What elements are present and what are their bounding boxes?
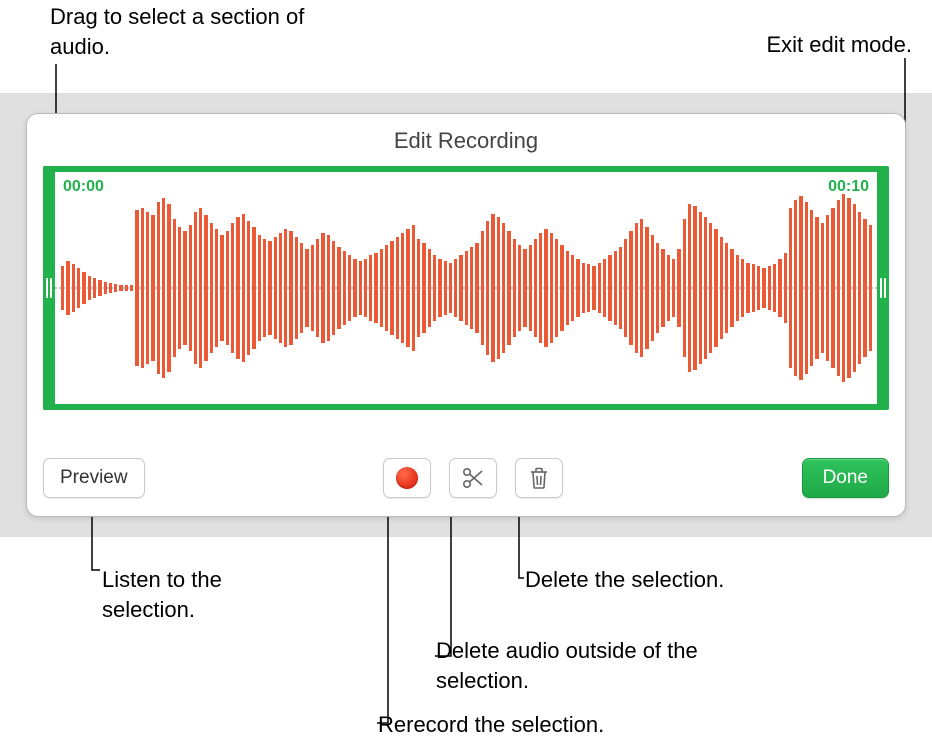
callout-drag: Drag to select a section of audio. [50, 2, 310, 61]
record-icon [396, 467, 418, 489]
panel-title: Edit Recording [27, 114, 905, 166]
callout-rerecord: Rerecord the selection. [378, 710, 698, 740]
scissors-icon [460, 465, 486, 491]
waveform-display[interactable]: 00:00 00:10 [55, 172, 877, 404]
selection-handle-left[interactable] [43, 166, 55, 410]
waveform-selection-area[interactable]: 00:00 00:10 [43, 166, 889, 410]
selection-border-bottom [43, 404, 889, 410]
selection-handle-right[interactable] [877, 166, 889, 410]
trash-icon [527, 465, 551, 491]
waveform-bars [61, 190, 871, 386]
delete-button[interactable] [515, 458, 563, 498]
callout-listen: Listen to the selection. [102, 565, 302, 624]
record-button[interactable] [383, 458, 431, 498]
done-button[interactable]: Done [802, 458, 889, 498]
toolbar: Preview [43, 456, 889, 500]
callout-delete: Delete the selection. [525, 565, 825, 595]
edit-recording-panel: Edit Recording 00:00 00:10 Preview [26, 113, 906, 517]
crop-button[interactable] [449, 458, 497, 498]
callout-crop: Delete audio outside of the selection. [436, 636, 736, 695]
callout-exit: Exit edit mode. [692, 30, 912, 60]
preview-button[interactable]: Preview [43, 458, 145, 498]
